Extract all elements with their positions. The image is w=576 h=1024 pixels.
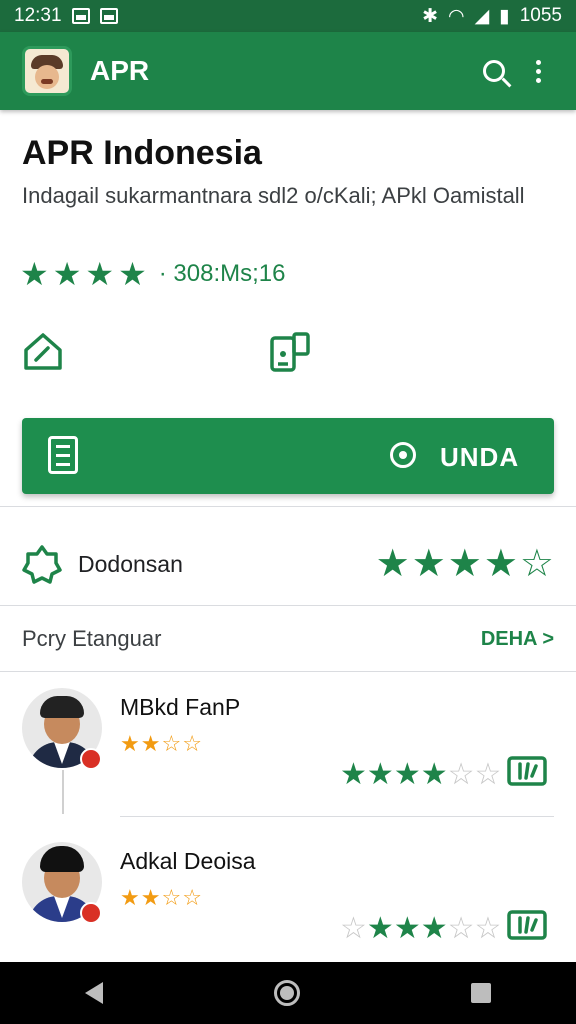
recent-apps-icon[interactable] [470,983,491,1003]
signal-icon: ◢ [474,5,490,27]
star-icon: ★ [483,543,518,585]
developer-label: Dodonsan [78,550,183,577]
star-icon: ★ [393,758,421,791]
star-icon: ★ [118,256,147,292]
battery-icon: ▮ [499,5,510,27]
divider [0,605,576,606]
star-outline-icon: ☆ [474,758,502,791]
home-button-icon[interactable] [273,980,300,1006]
more-options-button[interactable] [516,49,560,93]
device-icon[interactable] [268,330,312,374]
search-icon [483,60,505,82]
star-icon: ★ [420,912,448,945]
star-outline-icon: ☆ [447,758,475,791]
navigation-bar [0,962,576,1024]
app-description: Indagail sukarmantnara sdl2 o/cKali; APk… [22,183,525,208]
divider [0,506,576,507]
star-icon: ★ [140,885,161,910]
app-name: APR Indonesia [22,134,262,172]
star-icon: ★ [366,912,394,945]
star-outline-icon: ☆ [182,731,202,756]
star-icon: ★ [85,256,115,292]
rating-count: · 308:Ms;16 [158,260,286,287]
info-icons-row [22,330,322,376]
star-outline-icon: ☆ [182,885,202,910]
review-stars: ★ ★ ☆ ☆ [120,886,202,910]
star-icon: ★ [411,543,446,585]
battery-level: 1055 [519,5,562,26]
review-item[interactable]: MBkd FanP ★ ★ ☆ ☆ ★ ★ ★ ★ ☆ ☆ [22,688,554,818]
review-item[interactable]: Adkal Deoisa ★ ★ ☆ ☆ ☆ ★ ★ ★ ☆ ☆ [22,842,554,972]
location-pin-icon [390,442,416,468]
image-notification-icon [71,8,90,24]
reviews-header: Pcry Etanguar DEHA > [22,626,554,652]
star-icon: ★ [120,731,140,756]
star-outline-icon: ☆ [474,912,502,945]
divider [120,816,554,817]
reviewer-name: Adkal Deoisa [120,848,256,874]
app-rating: ★ ★ ★ ★ · 308:Ms;16 [20,258,285,290]
star-icon: ★ [447,543,482,585]
badge-icon [22,545,62,584]
divider [0,671,576,672]
user-badge-icon [80,902,102,924]
star-icon: ★ [375,543,410,585]
see-more-link[interactable]: DEHA > [481,628,554,651]
app-bar-title: APR [90,55,150,86]
status-bar: 12:31 ✱ ◠ ◢ ▮ 1055 [0,0,576,32]
more-vert-icon [535,59,541,83]
status-time: 12:31 [14,5,62,26]
developer-stars: ★ ★ ★ ★ ☆ [376,545,554,583]
star-icon: ★ [120,885,140,910]
star-outline-icon: ☆ [519,543,554,585]
reviews-title: Pcry Etanguar [22,626,162,651]
user-badge-icon [80,748,102,770]
review-stars: ★ ★ ☆ ☆ [120,732,202,756]
app-bar: APR [0,32,576,110]
star-icon: ★ [140,731,161,756]
image-notification-icon-2 [99,8,118,24]
app-icon[interactable] [22,46,72,96]
star-icon: ★ [340,758,367,791]
star-half-icon: ☆ [161,885,182,910]
star-icon: ★ [20,256,49,292]
search-button[interactable] [472,49,516,93]
star-icon: ★ [52,256,82,292]
flag-icon[interactable] [506,908,550,944]
thread-line [62,770,64,814]
star-outline-icon: ☆ [447,912,475,945]
star-icon: ★ [393,912,421,945]
flag-icon[interactable] [506,754,550,790]
star-icon: ★ [366,758,394,791]
install-button[interactable]: UNDA [22,418,554,494]
bluetooth-icon: ✱ [422,5,439,27]
wifi-icon: ◠ [448,5,465,27]
star-outline-icon: ☆ [340,912,367,945]
install-button-label: UNDA [440,442,520,472]
star-icon: ★ [420,758,448,791]
star-half-icon: ☆ [161,731,182,756]
document-icon [48,436,78,474]
reviewer-name: MBkd FanP [120,694,241,720]
developer-row[interactable]: Dodonsan ★ ★ ★ ★ ☆ [22,538,554,590]
home-icon[interactable] [22,330,64,372]
review-secondary-stars: ☆ ★ ★ ★ ☆ ☆ [340,914,501,944]
back-icon[interactable] [85,982,104,1004]
review-secondary-stars: ★ ★ ★ ★ ☆ ☆ [340,760,501,790]
